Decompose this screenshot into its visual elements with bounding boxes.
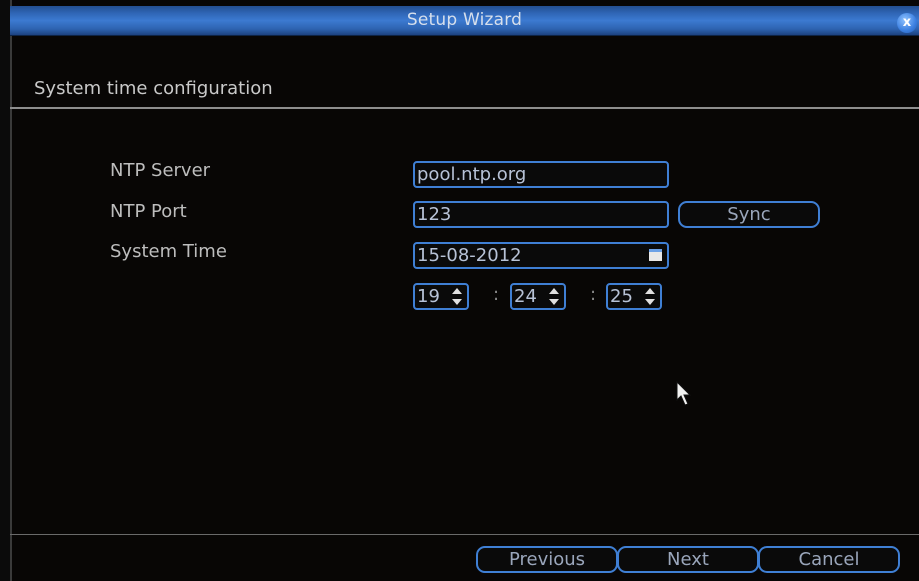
close-button[interactable]: x (897, 13, 917, 33)
sync-button[interactable]: Sync (678, 201, 820, 228)
date-value: 15-08-2012 (417, 245, 522, 266)
system-time-label: System Time (110, 241, 227, 262)
minute-spin-arrows[interactable] (549, 288, 559, 305)
date-input[interactable]: 15-08-2012 (413, 242, 669, 269)
arrow-down-icon[interactable] (452, 299, 462, 305)
footer-divider (10, 534, 919, 535)
header-divider (10, 107, 919, 109)
title-bar: Setup Wizard x (10, 6, 919, 36)
window-title: Setup Wizard (406, 10, 523, 30)
hour-spin-arrows[interactable] (452, 288, 462, 305)
ntp-port-input[interactable]: 123 (413, 201, 669, 228)
minute-value: 24 (514, 286, 537, 307)
arrow-up-icon[interactable] (645, 288, 655, 294)
section-title: System time configuration (34, 78, 273, 99)
time-separator: : (493, 284, 500, 305)
setup-wizard-window: Setup Wizard x System time configuration… (0, 0, 919, 581)
close-icon: x (902, 15, 912, 30)
previous-button[interactable]: Previous (476, 546, 618, 573)
ntp-server-label: NTP Server (110, 160, 211, 181)
arrow-down-icon[interactable] (645, 299, 655, 305)
next-button[interactable]: Next (617, 546, 759, 573)
ntp-server-value: pool.ntp.org (417, 164, 527, 185)
window-left-edge (0, 0, 12, 581)
mouse-pointer-icon (676, 381, 692, 406)
second-spinner[interactable]: 25 (606, 283, 662, 310)
time-separator: : (590, 284, 597, 305)
minute-spinner[interactable]: 24 (510, 283, 566, 310)
arrow-up-icon[interactable] (452, 288, 462, 294)
arrow-up-icon[interactable] (549, 288, 559, 294)
ntp-port-label: NTP Port (110, 201, 187, 222)
hour-spinner[interactable]: 19 (413, 283, 469, 310)
cancel-button[interactable]: Cancel (758, 546, 900, 573)
arrow-down-icon[interactable] (549, 299, 559, 305)
calendar-icon[interactable] (649, 249, 662, 261)
second-spin-arrows[interactable] (645, 288, 655, 305)
second-value: 25 (610, 286, 633, 307)
hour-value: 19 (417, 286, 440, 307)
ntp-port-value: 123 (417, 204, 452, 225)
ntp-server-input[interactable]: pool.ntp.org (413, 161, 669, 188)
